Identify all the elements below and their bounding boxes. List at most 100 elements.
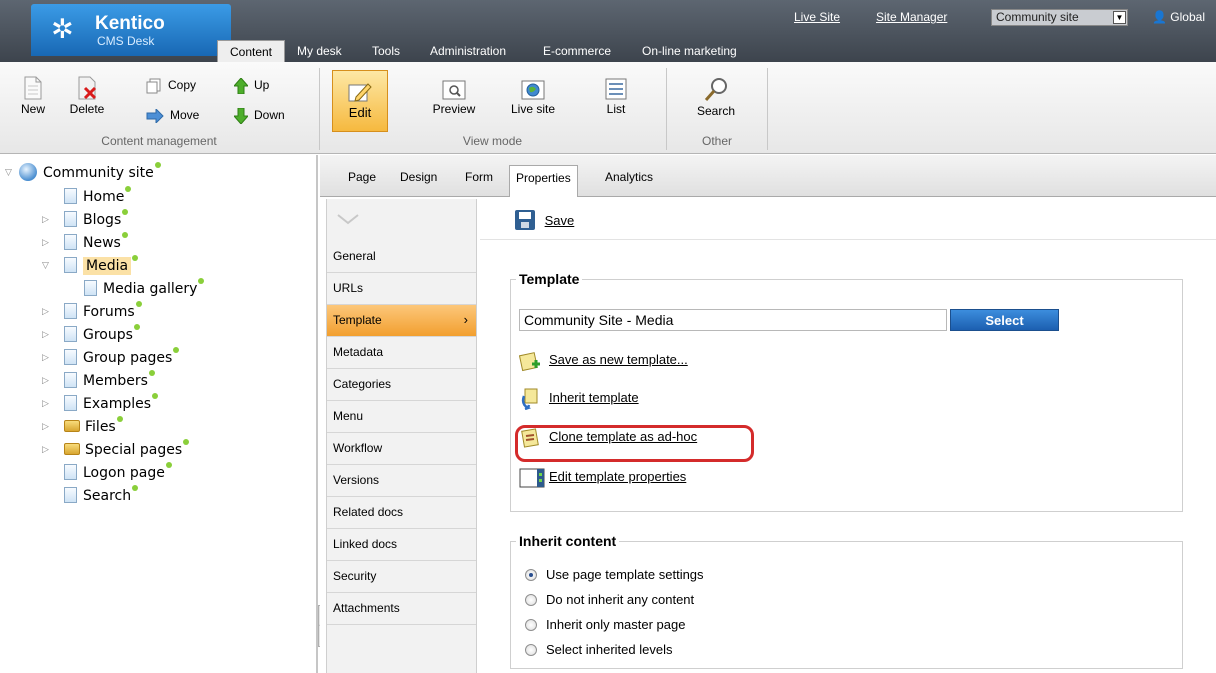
collapsed-arrow-icon[interactable]: ▷ <box>42 393 49 415</box>
radio-checked-icon[interactable] <box>525 569 537 581</box>
collapsed-arrow-icon[interactable]: ▷ <box>42 324 49 346</box>
tree-item-examples[interactable]: ▷ Examples <box>42 393 159 415</box>
preview-icon <box>442 80 466 100</box>
menu-item-general[interactable]: General <box>327 241 476 273</box>
live-site-button[interactable]: Live site <box>502 80 564 116</box>
published-dot-icon <box>198 278 205 284</box>
tree-item-label: Forums <box>83 304 135 320</box>
collapsed-arrow-icon[interactable]: ▷ <box>42 209 49 231</box>
delete-button[interactable]: Delete <box>67 76 107 116</box>
select-template-button[interactable]: Select <box>950 309 1059 331</box>
radio-inherit-master-page[interactable]: Inherit only master page <box>525 616 685 634</box>
collapsed-arrow-icon[interactable]: ▷ <box>42 301 49 323</box>
collapsed-arrow-icon[interactable]: ▷ <box>42 416 49 438</box>
published-dot-icon <box>148 370 155 376</box>
tree-item-groups[interactable]: ▷ Groups <box>42 324 140 346</box>
tree-item-search[interactable]: Search <box>64 485 139 507</box>
copy-label: Copy <box>168 78 197 92</box>
tree-item-logon-page[interactable]: Logon page <box>64 462 172 484</box>
tree-item-files[interactable]: ▷ Files <box>42 416 123 438</box>
tab-page[interactable]: Page <box>342 165 382 191</box>
tab-online-marketing[interactable]: On-line marketing <box>636 40 743 62</box>
radio-do-not-inherit[interactable]: Do not inherit any content <box>525 591 694 609</box>
menu-item-versions[interactable]: Versions <box>327 465 476 497</box>
preview-button[interactable]: Preview <box>424 80 484 116</box>
menu-item-categories[interactable]: Categories <box>327 369 476 401</box>
radio-icon[interactable] <box>525 619 537 631</box>
edit-button[interactable]: Edit <box>332 70 388 132</box>
tree-item-forums[interactable]: ▷ Forums <box>42 301 142 323</box>
tab-form[interactable]: Form <box>459 165 499 191</box>
inherit-template-action[interactable]: Inherit template <box>519 386 639 410</box>
edit-template-properties-action[interactable]: Edit template properties <box>519 465 686 489</box>
list-button[interactable]: List <box>596 78 636 116</box>
tree-item-members[interactable]: ▷ Members <box>42 370 155 392</box>
collapsed-arrow-icon[interactable]: ▷ <box>42 232 49 254</box>
collapse-chevron-icon[interactable] <box>337 213 359 225</box>
copy-icon <box>146 78 161 94</box>
collapsed-arrow-icon[interactable]: ▷ <box>42 370 49 392</box>
save-link[interactable]: Save <box>545 213 575 228</box>
menu-item-attachments[interactable]: Attachments <box>327 593 476 625</box>
tree-item-media[interactable]: ▽ Media <box>42 255 139 277</box>
tree-root[interactable]: ▽ Community site <box>5 162 161 184</box>
divider <box>480 239 1216 240</box>
search-button[interactable]: Search <box>688 76 744 118</box>
menu-item-metadata[interactable]: Metadata <box>327 337 476 369</box>
edit-template-properties-link[interactable]: Edit template properties <box>549 469 686 484</box>
move-button[interactable]: Move <box>146 106 199 124</box>
tab-e-commerce[interactable]: E-commerce <box>537 40 617 62</box>
expanded-arrow-icon[interactable]: ▽ <box>42 255 49 277</box>
menu-item-urls[interactable]: URLs <box>327 273 476 305</box>
save-as-new-template-link[interactable]: Save as new template... <box>549 352 688 367</box>
user-menu[interactable]: 👤 Global <box>1152 10 1205 24</box>
save-action[interactable]: Save <box>515 209 574 233</box>
menu-item-linked-docs[interactable]: Linked docs <box>327 529 476 561</box>
tree-item-group-pages[interactable]: ▷ Group pages <box>42 347 180 369</box>
logo-name: Kentico <box>95 13 165 34</box>
kentico-logo[interactable]: ✲ Kentico CMS Desk <box>31 4 231 56</box>
page-icon <box>64 303 77 319</box>
template-name-field[interactable]: Community Site - Media <box>519 309 947 331</box>
collapsed-arrow-icon[interactable]: ▷ <box>42 347 49 369</box>
tree-item-news[interactable]: ▷ News <box>42 232 128 254</box>
site-manager-link[interactable]: Site Manager <box>876 10 947 24</box>
radio-select-inherited-levels[interactable]: Select inherited levels <box>525 641 672 659</box>
chevron-down-icon[interactable]: ▼ <box>1113 11 1126 24</box>
menu-item-related-docs[interactable]: Related docs <box>327 497 476 529</box>
radio-icon[interactable] <box>525 594 537 606</box>
tree-item-media-gallery[interactable]: Media gallery <box>84 278 205 300</box>
content-tabs: Page Design Form Properties Analytics <box>320 155 1216 197</box>
radio-use-page-template-settings[interactable]: Use page template settings <box>525 566 704 584</box>
up-button[interactable]: Up <box>234 76 269 94</box>
menu-item-workflow[interactable]: Workflow <box>327 433 476 465</box>
expanded-arrow-icon[interactable]: ▽ <box>5 162 12 184</box>
tree-item-blogs[interactable]: ▷ Blogs <box>42 209 129 231</box>
menu-item-template[interactable]: Template › <box>327 305 476 337</box>
collapsed-arrow-icon[interactable]: ▷ <box>42 439 49 461</box>
tab-properties[interactable]: Properties <box>509 165 578 197</box>
menu-item-menu[interactable]: Menu <box>327 401 476 433</box>
down-button[interactable]: Down <box>234 106 285 124</box>
search-icon <box>704 78 727 101</box>
inherit-template-link[interactable]: Inherit template <box>549 390 639 405</box>
save-as-template-icon <box>518 350 541 372</box>
new-button[interactable]: New <box>18 76 48 116</box>
tree-root-label: Community site <box>43 165 154 181</box>
tab-analytics[interactable]: Analytics <box>599 165 659 191</box>
tab-content[interactable]: Content <box>217 40 285 62</box>
published-dot-icon <box>133 324 140 330</box>
tab-tools[interactable]: Tools <box>366 40 406 62</box>
menu-item-security[interactable]: Security <box>327 561 476 593</box>
tab-design[interactable]: Design <box>394 165 443 191</box>
tree-item-special-pages[interactable]: ▷ Special pages <box>42 439 190 461</box>
live-site-label: Live site <box>510 102 556 116</box>
radio-icon[interactable] <box>525 644 537 656</box>
tab-my-desk[interactable]: My desk <box>291 40 348 62</box>
live-site-link[interactable]: Live Site <box>794 10 840 24</box>
save-as-new-template-action[interactable]: Save as new template... <box>518 348 688 372</box>
site-selector[interactable]: Community site ▼ <box>991 9 1128 26</box>
tree-item-home[interactable]: Home <box>64 186 132 208</box>
copy-button[interactable]: Copy <box>146 76 196 94</box>
tab-administration[interactable]: Administration <box>424 40 512 62</box>
